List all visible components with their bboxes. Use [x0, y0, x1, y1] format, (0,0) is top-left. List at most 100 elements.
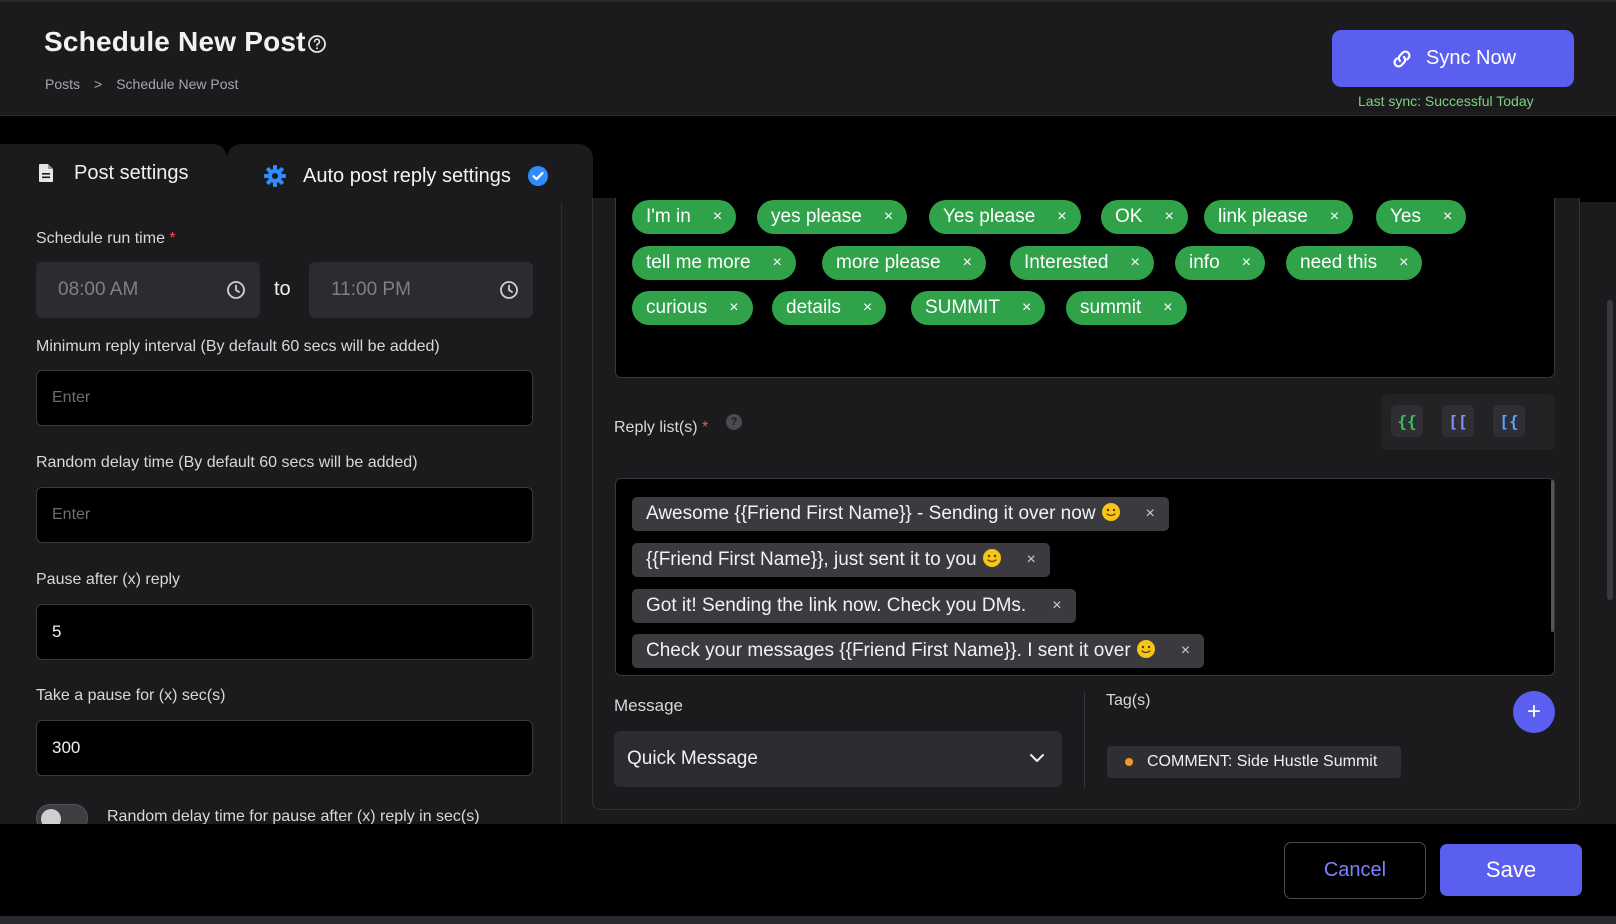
keyword-chip: OK × — [1101, 200, 1188, 234]
reply-chip-label: {{Friend First Name}}, just sent it to y… — [646, 549, 977, 570]
clock-icon[interactable] — [499, 280, 519, 300]
random-delay-input[interactable]: Enter — [36, 487, 533, 543]
keyword-chip-label: more please — [836, 252, 941, 273]
min-reply-interval-input[interactable]: Enter — [36, 370, 533, 426]
remove-reply-icon[interactable]: × — [1052, 598, 1061, 614]
insert-mixed-variable-button[interactable]: [{ — [1493, 405, 1525, 437]
window-bottom-edge — [0, 916, 1616, 924]
tab-post-settings-label: Post settings — [74, 161, 189, 184]
remove-keyword-icon[interactable]: × — [1131, 255, 1140, 271]
tag-color-dot — [1125, 758, 1133, 766]
keyword-chip: Yes please × — [929, 200, 1081, 234]
keyword-chip: info × — [1175, 246, 1265, 280]
reply-chip-label: Got it! Sending the link now. Check you … — [646, 595, 1027, 616]
sync-now-button[interactable]: Sync Now — [1332, 30, 1574, 87]
reply-chip-label: Check your messages {{Friend First Name}… — [646, 640, 1131, 661]
page-title: Schedule New Post — [44, 26, 306, 57]
keyword-chip: Yes × — [1376, 200, 1467, 234]
reply-list-label: Reply list(s) * — [614, 419, 708, 437]
smile-emoji-icon — [1101, 503, 1120, 521]
start-time-input[interactable]: 08:00 AM — [36, 262, 260, 318]
remove-keyword-icon[interactable]: × — [963, 255, 972, 271]
remove-keyword-icon[interactable]: × — [1399, 255, 1408, 271]
add-tag-button[interactable]: + — [1513, 691, 1555, 733]
page-scrollbar[interactable] — [1607, 300, 1613, 600]
breadcrumb: Posts > Schedule New Post — [45, 76, 238, 92]
keyword-chip: details × — [772, 291, 887, 325]
reply-list-scrollbar[interactable] — [1551, 480, 1554, 632]
random-delay-label: Random delay time (By default 60 secs wi… — [36, 454, 418, 471]
insert-square-variable-button[interactable]: [[ — [1442, 405, 1474, 437]
reply-chip: Check your messages {{Friend First Name}… — [632, 634, 1205, 668]
remove-keyword-icon[interactable]: × — [1163, 300, 1172, 316]
pause-after-label: Pause after (x) reply — [36, 571, 181, 588]
keyword-chip-label: need this — [1300, 252, 1378, 273]
remove-keyword-icon[interactable]: × — [1164, 209, 1173, 225]
save-button[interactable]: Save — [1440, 844, 1582, 896]
min-reply-interval-label: Minimum reply interval (By default 60 se… — [36, 338, 440, 355]
keyword-chip: curious × — [632, 291, 753, 325]
section-divider — [1084, 692, 1085, 788]
keyword-chip-label: Yes please — [943, 206, 1036, 227]
keyword-chip-label: yes please — [771, 206, 862, 227]
insert-curly-variable-button[interactable]: {{ — [1391, 405, 1423, 437]
pause-after-input[interactable]: 5 — [36, 604, 533, 660]
cancel-button[interactable]: Cancel — [1284, 842, 1426, 899]
reply-chip-content: Awesome {{Friend First Name}} - Sending … — [646, 503, 1120, 525]
end-time-input[interactable]: 11:00 PM — [309, 262, 533, 318]
remove-keyword-icon[interactable]: × — [863, 300, 872, 316]
reply-chip: {{Friend First Name}}, just sent it to y… — [632, 543, 1050, 577]
remove-keyword-icon[interactable]: × — [884, 209, 893, 225]
pause-for-label: Take a pause for (x) sec(s) — [36, 687, 226, 704]
remove-keyword-icon[interactable]: × — [1443, 209, 1452, 225]
keyword-chip-label: curious — [646, 297, 708, 318]
app-window: Schedule New Post Posts > Schedule New P… — [0, 0, 1616, 924]
remove-keyword-icon[interactable]: × — [713, 209, 722, 225]
clock-icon[interactable] — [226, 280, 246, 300]
keyword-chip-label: info — [1189, 252, 1220, 273]
chevron-down-icon — [1030, 754, 1044, 762]
keyword-chip-label: link please — [1218, 206, 1308, 227]
tab-auto-post-reply-settings[interactable]: Auto post reply settings — [227, 144, 593, 208]
breadcrumb-separator: > — [94, 76, 103, 92]
keyword-chip: link please × — [1204, 200, 1354, 234]
remove-reply-icon[interactable]: × — [1027, 552, 1036, 568]
gear-icon — [264, 165, 286, 187]
pause-for-input[interactable]: 300 — [36, 720, 533, 776]
check-circle-icon — [527, 166, 548, 186]
schedule-run-time-label: Schedule run time * — [36, 230, 176, 248]
message-label: Message — [614, 696, 683, 715]
remove-keyword-icon[interactable]: × — [729, 300, 738, 316]
remove-keyword-icon[interactable]: × — [773, 255, 782, 271]
keyword-chip: tell me more × — [632, 246, 796, 280]
time-range-to: to — [274, 278, 291, 300]
keyword-chip: I'm in × — [632, 200, 737, 234]
keyword-chip-label: I'm in — [646, 206, 691, 227]
remove-keyword-icon[interactable]: × — [1242, 255, 1251, 271]
last-sync-status: Last sync: Successful Today — [1358, 93, 1534, 109]
keyword-chip: yes please × — [757, 200, 908, 234]
remove-keyword-icon[interactable]: × — [1330, 209, 1339, 225]
keyword-chip: Interested × — [1010, 246, 1154, 280]
keyword-chip-label: tell me more — [646, 252, 751, 273]
message-type-value: Quick Message — [627, 748, 758, 769]
keyword-chip-label: Yes — [1390, 206, 1421, 227]
required-mark: * — [702, 419, 709, 436]
keyword-chip-label: OK — [1115, 206, 1143, 227]
help-circle-icon[interactable]: ? — [726, 414, 742, 430]
breadcrumb-posts[interactable]: Posts — [45, 76, 80, 92]
remove-reply-icon[interactable]: × — [1181, 643, 1190, 659]
keyword-chip-label: details — [786, 297, 841, 318]
keyword-chip: need this × — [1286, 246, 1423, 280]
tab-auto-post-reply-label: Auto post reply settings — [303, 164, 511, 187]
help-circle-icon[interactable] — [307, 34, 327, 54]
keyword-chip: SUMMIT × — [911, 291, 1046, 325]
tab-post-settings[interactable]: Post settings — [0, 144, 227, 202]
remove-reply-icon[interactable]: × — [1146, 506, 1155, 522]
message-type-select[interactable]: Quick Message — [614, 731, 1062, 787]
reply-chip-content: {{Friend First Name}}, just sent it to y… — [646, 549, 1001, 571]
remove-keyword-icon[interactable]: × — [1022, 300, 1031, 316]
remove-keyword-icon[interactable]: × — [1057, 209, 1066, 225]
reply-chip-label: Awesome {{Friend First Name}} - Sending … — [646, 503, 1096, 524]
tag-chip[interactable]: COMMENT: Side Hustle Summit — [1107, 746, 1402, 778]
